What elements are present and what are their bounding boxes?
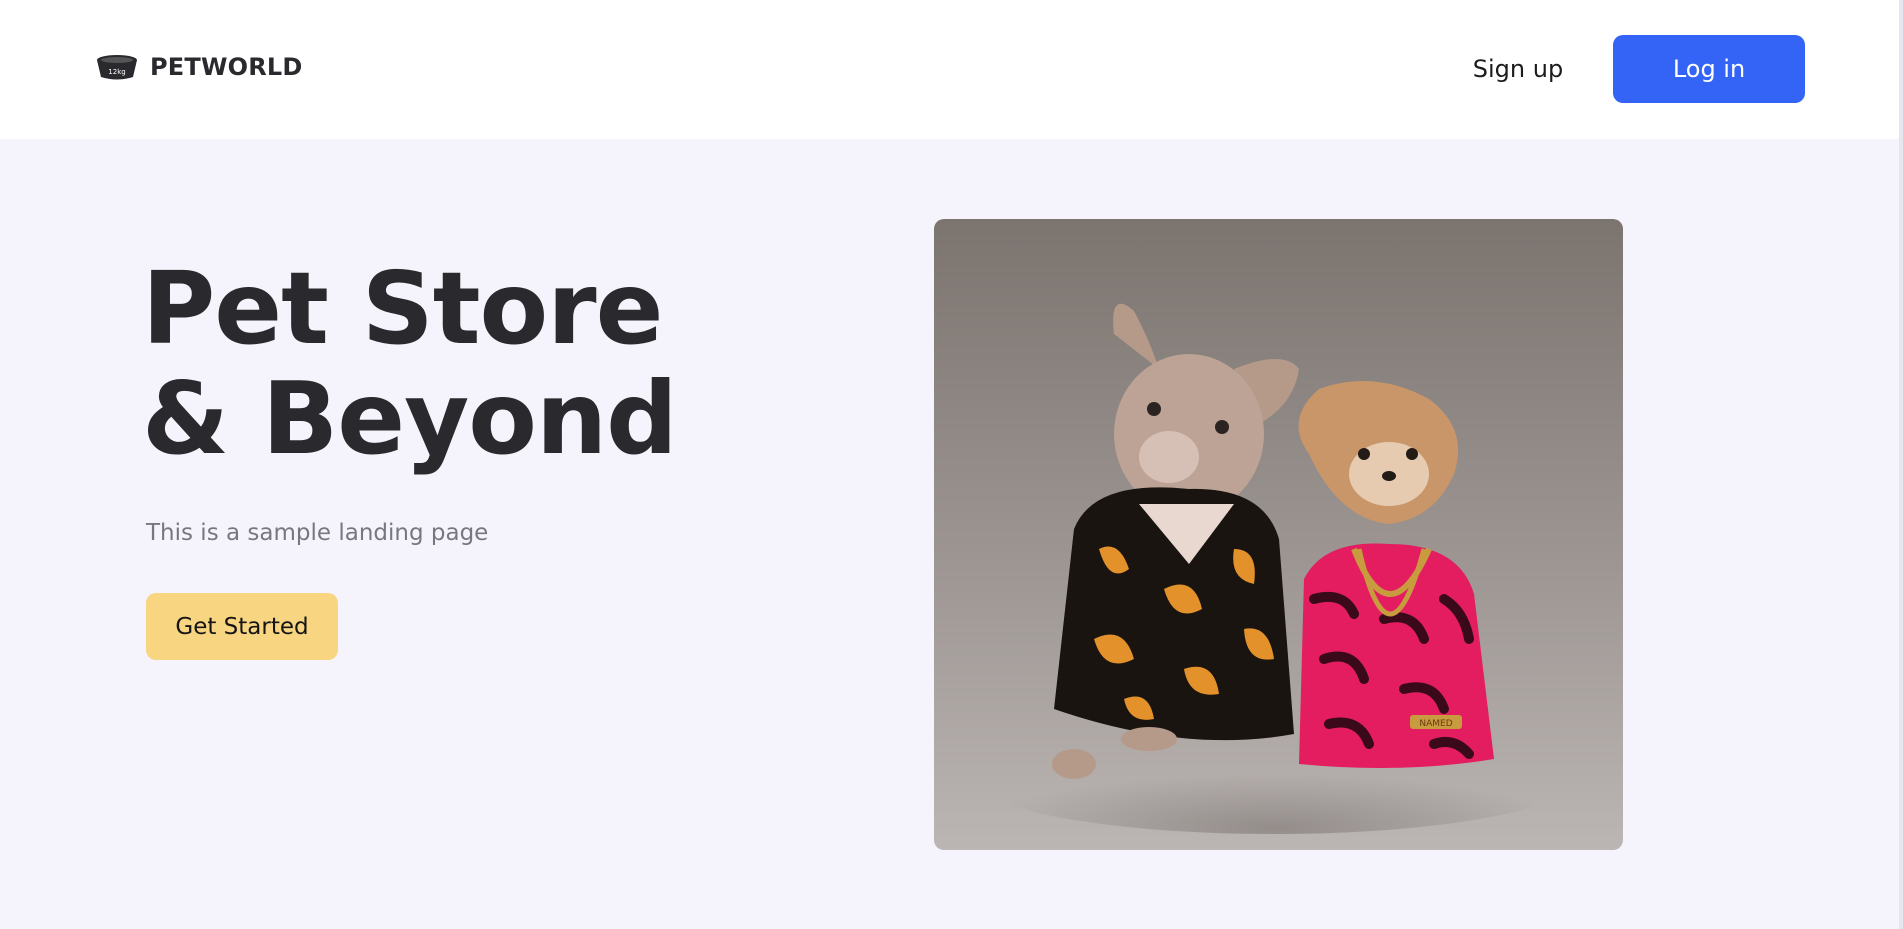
hero-title-line-1: Pet Store [142,250,663,367]
hero-subtitle: This is a sample landing page [146,520,489,546]
hero-title-line-2: & Beyond [142,360,678,477]
get-started-button[interactable]: Get Started [146,593,338,660]
pet-bowl-icon: 12kg [97,55,137,80]
top-nav-bar: 12kg PETWORLD Sign up Log in [0,0,1903,139]
bowl-label: 12kg [108,68,125,76]
brand-name: PETWORLD [150,53,303,81]
brand-logo[interactable]: 12kg PETWORLD [96,52,303,82]
hero-image-dogs: NAMED [934,219,1623,850]
log-in-button[interactable]: Log in [1613,35,1805,103]
hero-title: Pet Store & Beyond [142,250,678,477]
sign-up-link[interactable]: Sign up [1462,52,1574,86]
dog-name-tag: NAMED [1419,719,1452,729]
page-scrollbar[interactable] [1899,0,1903,929]
